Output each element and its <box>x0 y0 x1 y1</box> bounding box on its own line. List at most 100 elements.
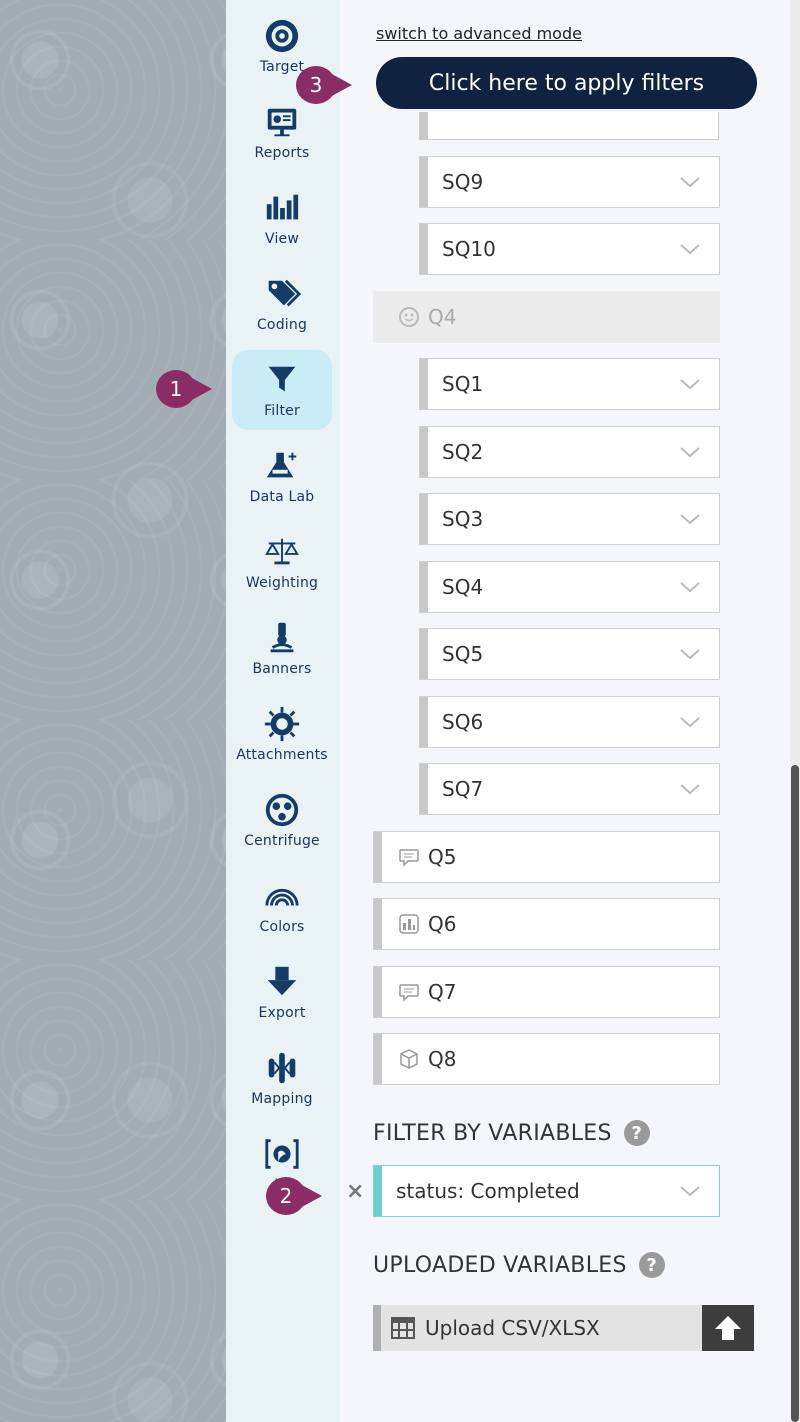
question-label: Q5 <box>428 845 457 869</box>
question-item-q6[interactable]: Q6 <box>373 898 720 950</box>
question-label: Q8 <box>428 1047 457 1071</box>
dropdown-accent-bar <box>374 1034 382 1084</box>
dropdown-label: SQ6 <box>442 710 484 734</box>
table-icon <box>391 1317 415 1339</box>
chevron-down-icon <box>680 177 700 188</box>
uploaded-variables-heading: UPLOADED VARIABLES ? <box>373 1252 665 1278</box>
dropdown-accent-bar <box>374 292 382 342</box>
sidebar-item-label: Centrifuge <box>244 833 320 849</box>
speech-bubble-icon <box>399 984 419 1002</box>
attachments-icon <box>264 706 300 742</box>
target-icon <box>265 19 299 53</box>
scrollbar-thumb[interactable] <box>791 765 799 1422</box>
chevron-down-icon <box>680 784 700 795</box>
filter-by-variables-heading: FILTER BY VARIABLES ? <box>373 1120 650 1146</box>
sidebar-item-label: Data Lab <box>249 489 315 505</box>
sidebar-item-data-lab[interactable]: Data Lab <box>232 436 332 516</box>
badge-arrow <box>330 73 352 97</box>
remove-variable-icon[interactable]: × <box>346 1179 364 1204</box>
dropdown-label: SQ1 <box>442 372 484 396</box>
question-label: Q6 <box>428 912 457 936</box>
section-title-text: UPLOADED VARIABLES <box>373 1252 627 1278</box>
sidebar-item-weighting[interactable]: Weighting <box>232 522 332 602</box>
sub-question-dropdown-partial[interactable] <box>419 112 719 140</box>
sub-question-dropdown-sq1[interactable]: SQ1 <box>419 358 720 410</box>
dropdown-label: SQ2 <box>442 440 484 464</box>
sub-question-dropdown-sq2[interactable]: SQ2 <box>419 426 720 478</box>
sub-question-dropdown-sq4[interactable]: SQ4 <box>419 561 720 613</box>
cube-icon <box>400 1049 418 1069</box>
sidebar-item-label: Coding <box>256 317 308 333</box>
sub-question-dropdown-sq3[interactable]: SQ3 <box>419 493 720 545</box>
banners-icon <box>270 622 294 653</box>
dropdown-accent-bar <box>420 764 428 814</box>
dropdown-accent-bar <box>420 359 428 409</box>
smiley-icon <box>399 307 419 327</box>
sidebar-item-label: Filter <box>264 403 300 419</box>
sidebar-item-colors[interactable]: Colors <box>232 866 332 946</box>
question-header-q4: Q4 <box>373 291 720 343</box>
dropdown-accent-bar <box>420 494 428 544</box>
sidebar-item-coding[interactable]: Coding <box>232 264 332 344</box>
sub-question-dropdown-sq5[interactable]: SQ5 <box>419 628 720 680</box>
help-icon[interactable]: ? <box>623 1120 650 1146</box>
dropdown-label: SQ5 <box>442 642 484 666</box>
sidebar-item-mapping[interactable]: Mapping <box>232 1038 332 1118</box>
question-label: Q4 <box>428 305 457 329</box>
chevron-down-icon <box>680 649 700 660</box>
question-item-q5[interactable]: Q5 <box>373 831 720 883</box>
sub-question-dropdown-sq10[interactable]: SQ10 <box>419 223 720 275</box>
question-item-q8[interactable]: Q8 <box>373 1033 720 1085</box>
sub-question-dropdown-sq7[interactable]: SQ7 <box>419 763 720 815</box>
dropdown-accent-bar <box>374 832 382 882</box>
colors-icon <box>265 888 299 906</box>
chevron-down-icon <box>680 244 700 255</box>
dropdown-label: SQ9 <box>442 170 484 194</box>
badge-arrow <box>300 1184 322 1208</box>
sidebar-item-export[interactable]: Export <box>232 952 332 1032</box>
dropdown-accent-bar <box>420 427 428 477</box>
sidebar-item-view[interactable]: View <box>232 178 332 258</box>
upload-button[interactable] <box>702 1305 754 1351</box>
upload-label: Upload CSV/XLSX <box>425 1316 600 1340</box>
sidebar-item-centrifuge[interactable]: Centrifuge <box>232 780 332 860</box>
dropdown-accent-bar <box>420 697 428 747</box>
switch-advanced-mode-link[interactable]: switch to advanced mode <box>376 24 582 43</box>
sidebar-item-label: Banners <box>252 661 312 677</box>
annotation-badge-2: 2 <box>266 1177 322 1215</box>
w-icon <box>265 1139 299 1169</box>
sidebar-item-label: View <box>264 231 300 247</box>
dropdown-accent-bar <box>374 967 382 1017</box>
sub-question-dropdown-sq9[interactable]: SQ9 <box>419 156 720 208</box>
chevron-down-icon <box>680 717 700 728</box>
upload-csv-field[interactable]: Upload CSV/XLSX <box>373 1305 754 1351</box>
badge-arrow <box>190 377 212 401</box>
centrifuge-icon <box>265 793 299 827</box>
variable-filter-dropdown[interactable]: status: Completed <box>373 1165 720 1217</box>
coding-icon <box>268 279 301 307</box>
dropdown-label: SQ10 <box>442 237 496 261</box>
view-icon <box>266 194 299 220</box>
mapping-icon <box>268 1052 296 1084</box>
dropdown-accent-bar <box>420 224 428 274</box>
chevron-down-icon <box>680 379 700 390</box>
sidebar-item-attachments[interactable]: Attachments <box>232 694 332 774</box>
sub-question-dropdown-sq6[interactable]: SQ6 <box>419 696 720 748</box>
question-item-q7[interactable]: Q7 <box>373 966 720 1018</box>
sidebar-item-label: Attachments <box>236 747 328 763</box>
dropdown-accent-bar <box>374 1166 382 1216</box>
section-title-text: FILTER BY VARIABLES <box>373 1120 612 1146</box>
decorative-background <box>0 0 226 1422</box>
bar-chart-icon <box>399 914 419 934</box>
dropdown-accent-bar <box>374 899 382 949</box>
sidebar-item-banners[interactable]: Banners <box>232 608 332 688</box>
apply-filters-button[interactable]: Click here to apply filters <box>376 57 757 109</box>
chevron-down-icon <box>680 1186 700 1197</box>
sidebar-item-filter[interactable]: Filter <box>232 350 332 430</box>
sidebar-item-label: Export <box>258 1005 306 1021</box>
dropdown-label: SQ3 <box>442 507 484 531</box>
export-icon <box>267 966 297 996</box>
help-icon[interactable]: ? <box>638 1252 665 1278</box>
sidebar-item-reports[interactable]: Reports <box>232 92 332 172</box>
chevron-down-icon <box>680 514 700 525</box>
